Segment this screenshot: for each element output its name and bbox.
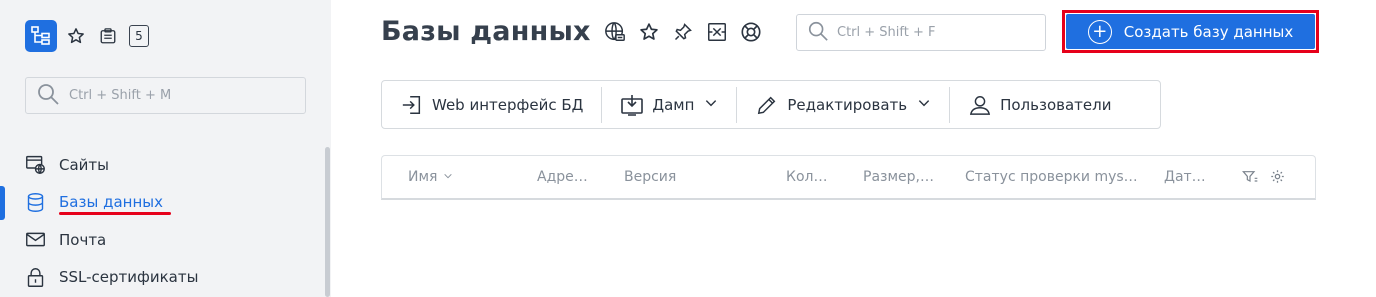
excel-icon[interactable] [706,21,728,43]
plus-icon: + [1087,19,1112,44]
dump-label: Дамп [652,95,695,114]
sidebar-item-label: Сайты [59,155,109,174]
sidebar-search-input[interactable]: Ctrl + Shift + M [25,77,306,114]
column-name[interactable]: Имя [408,169,454,185]
mail-icon [25,229,46,250]
database-icon [25,192,46,213]
tree-logo-icon[interactable] [25,20,57,52]
download-icon [620,93,644,117]
edit-dropdown[interactable]: Редактировать [737,81,949,128]
column-check-status[interactable]: Статус проверки mys… [965,169,1138,185]
gear-icon[interactable] [1270,169,1285,188]
column-count[interactable]: Кол… [786,169,827,185]
users-button[interactable]: Пользователи [950,81,1129,128]
star-icon[interactable] [638,21,660,43]
search-icon [807,20,829,46]
chevron-down-icon [704,96,718,114]
sidebar-top-icons: 5 [25,20,149,52]
lock-icon [25,267,46,288]
chevron-down-icon [917,96,931,114]
title-actions [604,20,774,44]
sidebar-item-label: Базы данных [59,193,163,212]
action-toolbar: Web интерфейс БД Дамп Редактировать Поль… [381,80,1161,129]
main-search-input[interactable]: Ctrl + Shift + F [796,14,1046,51]
sidebar-item-sites[interactable]: Сайты [0,146,325,184]
active-indicator [0,185,5,220]
star-icon[interactable] [67,27,85,45]
sidebar-nav: Сайты Базы данных Почта SSL-сертификаты [0,146,325,296]
web-interface-label: Web интерфейс БД [432,95,584,114]
filter-icon[interactable] [1242,169,1258,188]
chevron-down-icon [442,169,454,185]
column-date[interactable]: Дат… [1164,169,1206,185]
pencil-icon [755,93,779,117]
help-lifebuoy-icon[interactable] [740,21,762,43]
column-size[interactable]: Размер,… [863,169,934,185]
create-database-label: Создать базу данных [1123,22,1294,41]
notifications-counter[interactable]: 5 [129,25,149,47]
pin-icon[interactable] [672,21,694,43]
globe-icon[interactable] [604,21,626,43]
sidebar-item-databases[interactable]: Базы данных [0,184,325,222]
edit-label: Редактировать [787,95,908,114]
main-search-placeholder: Ctrl + Shift + F [837,25,936,40]
page-title: Базы данных [381,16,591,47]
sidebar-item-label: SSL-сертификаты [59,268,199,287]
sidebar-item-ssl[interactable]: SSL-сертификаты [0,259,325,297]
users-label: Пользователи [1000,95,1112,114]
web-interface-button[interactable]: Web интерфейс БД [382,81,601,128]
column-version[interactable]: Версия [624,169,676,185]
sites-icon [25,154,46,175]
database-table-header: Имя Адре… Версия Кол… Размер,… Статус пр… [381,155,1316,200]
clipboard-icon[interactable] [99,27,117,45]
sidebar-item-label: Почта [59,230,107,249]
table-tools [1242,169,1285,188]
login-arrow-icon [400,93,424,117]
sidebar-scrollbar[interactable] [325,147,330,297]
search-icon [36,82,60,110]
user-icon [968,93,992,117]
dump-dropdown[interactable]: Дамп [602,81,736,128]
sidebar-item-mail[interactable]: Почта [0,221,325,259]
sidebar-search-placeholder: Ctrl + Shift + M [69,88,172,103]
create-database-button[interactable]: + Создать базу данных [1066,14,1315,49]
highlight-underline [59,211,171,215]
sidebar: 5 Ctrl + Shift + M Сайты Базы данных Поч… [0,0,331,297]
column-address[interactable]: Адре… [537,169,588,185]
